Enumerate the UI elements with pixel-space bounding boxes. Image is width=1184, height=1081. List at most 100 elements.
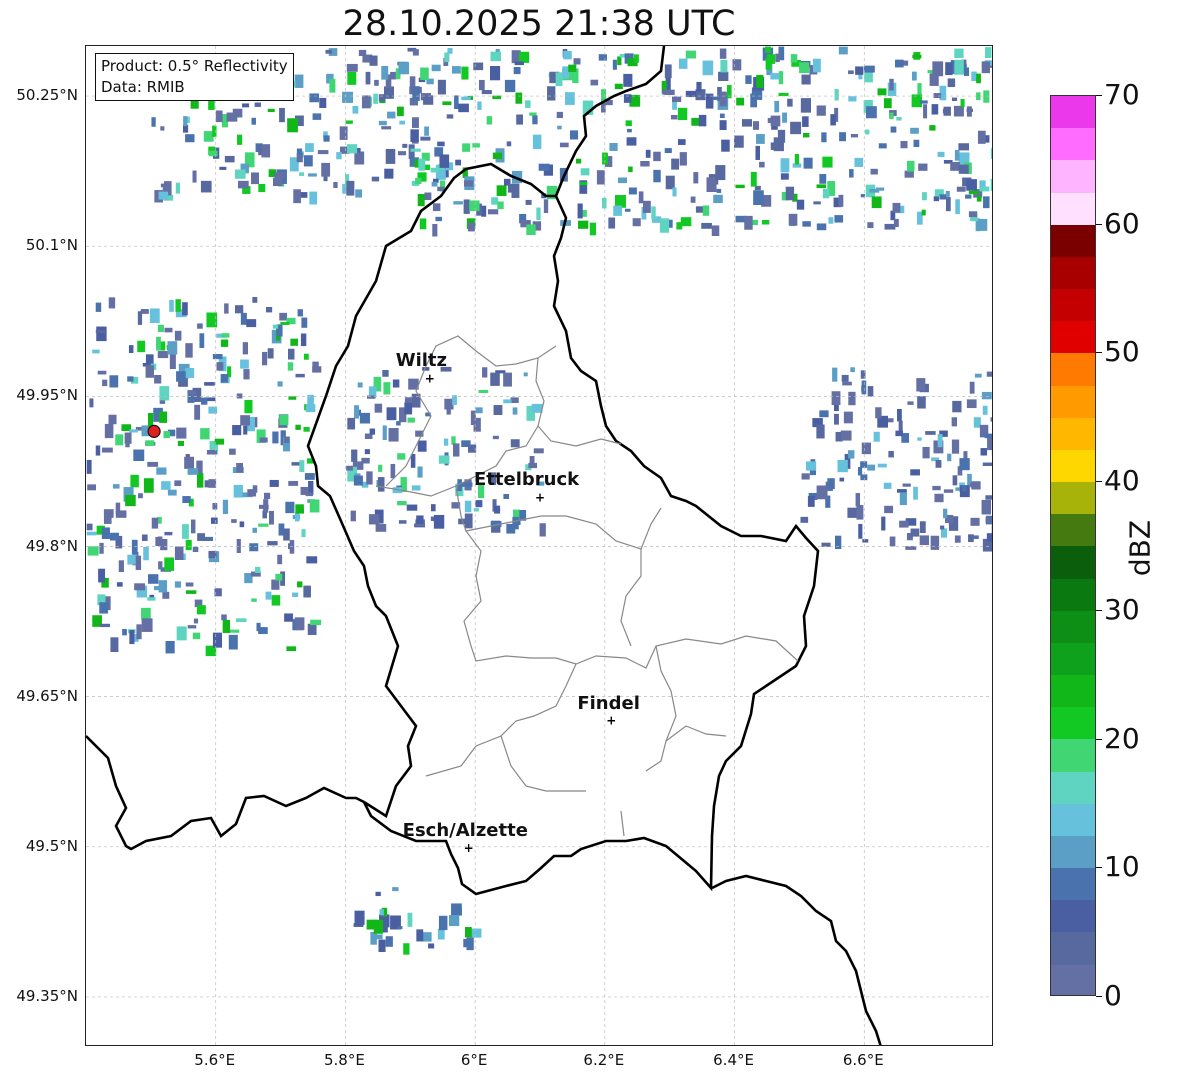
colorbar-segment	[1051, 964, 1095, 995]
echo-cell	[371, 176, 380, 182]
echo-cell	[914, 53, 920, 59]
echo-cell	[410, 148, 421, 152]
echo-cell	[239, 521, 245, 528]
echo-cell	[432, 203, 441, 212]
echo-cell	[842, 381, 852, 386]
echo-cell	[151, 517, 159, 529]
echo-cell	[907, 401, 914, 405]
echo-cell	[424, 192, 432, 201]
echo-cell	[875, 407, 882, 419]
echo-cell	[461, 482, 473, 487]
radar-map[interactable]: + + + + Product: 0.5° Reflectivity Data: RM…	[85, 45, 993, 1046]
echo-cell	[220, 374, 228, 383]
colorbar-tick-mark	[1096, 352, 1102, 354]
colorbar-segment	[1051, 771, 1095, 804]
echo-cell	[103, 509, 114, 518]
echo-cell	[99, 623, 110, 628]
echo-cell	[609, 143, 618, 151]
echo-cell	[115, 502, 121, 515]
echo-cell	[966, 399, 977, 409]
echo-cell	[953, 105, 964, 117]
echo-cell	[351, 449, 358, 462]
lon-label: 6.4°E	[713, 1051, 754, 1069]
echo-cell	[698, 114, 707, 127]
echo-cell	[984, 433, 992, 439]
echo-cell	[849, 169, 854, 178]
echo-cell	[300, 333, 307, 347]
echo-cell	[256, 622, 261, 632]
echo-cell	[231, 519, 237, 523]
echo-cell	[904, 170, 914, 178]
echo-cell	[653, 169, 661, 183]
echo-cell	[192, 170, 197, 183]
echo-cell	[428, 943, 435, 949]
echo-cell	[212, 354, 223, 360]
echo-cell	[418, 443, 427, 451]
echo-cell	[954, 59, 964, 75]
echo-cell	[398, 520, 407, 524]
echo-cell	[443, 438, 449, 446]
echo-cell	[806, 461, 817, 471]
echo-cell	[309, 191, 318, 205]
echo-cell	[801, 473, 810, 480]
echo-cell	[185, 134, 195, 143]
echo-cell	[125, 437, 130, 448]
echo-cell	[420, 136, 431, 141]
echo-cell	[986, 371, 992, 377]
echo-cell	[526, 224, 536, 235]
echo-cell	[196, 473, 204, 488]
colorbar-segment	[1051, 546, 1095, 579]
colorbar	[1050, 95, 1096, 996]
echo-cell	[309, 499, 320, 513]
echo-cell	[685, 50, 696, 59]
lat-label: 49.8°N	[25, 536, 78, 555]
echo-cell	[269, 510, 274, 525]
echo-cell	[917, 396, 926, 409]
lat-label: 49.95°N	[16, 386, 78, 405]
echo-cell	[512, 407, 518, 415]
echo-cell	[167, 489, 177, 496]
echo-cell	[285, 501, 295, 514]
echo-cell	[339, 126, 348, 140]
echo-cell	[807, 496, 815, 507]
echo-cell	[234, 169, 246, 179]
echo-cell	[881, 516, 886, 531]
echo-cell	[359, 412, 371, 424]
echo-cell	[433, 514, 445, 529]
echo-cell	[430, 167, 439, 173]
echo-cell	[224, 155, 235, 163]
echo-cell	[333, 181, 338, 189]
echo-cell	[612, 59, 617, 70]
echo-cell	[312, 361, 319, 372]
echo-cell	[871, 196, 882, 209]
echo-cell	[834, 413, 839, 425]
echo-cell	[469, 200, 480, 212]
echo-cell	[319, 97, 327, 108]
echo-cell	[718, 71, 729, 82]
echo-cell	[912, 71, 917, 81]
echo-cell	[109, 532, 119, 541]
echo-cell	[174, 581, 182, 588]
echo-cell	[115, 434, 124, 446]
echo-cell	[169, 299, 174, 312]
echo-cell	[677, 107, 688, 121]
echo-cell	[491, 197, 499, 205]
echo-cell	[236, 393, 243, 399]
echo-cell	[431, 181, 438, 187]
echo-cell	[493, 405, 503, 415]
echo-cell	[220, 339, 229, 347]
echo-cell	[816, 105, 826, 116]
echo-cell	[672, 187, 677, 197]
echo-cell	[866, 106, 877, 119]
echo-cell	[158, 191, 169, 200]
echo-cell	[877, 88, 887, 96]
colorbar-tick: 30	[1104, 592, 1140, 626]
echo-cell	[461, 96, 471, 101]
echo-cell	[373, 93, 378, 104]
echo-cell	[309, 93, 320, 103]
echo-cell	[489, 66, 501, 81]
echo-cell	[353, 475, 363, 486]
echo-cell	[816, 424, 825, 439]
echo-cell	[297, 309, 303, 317]
echo-cell	[671, 158, 680, 170]
